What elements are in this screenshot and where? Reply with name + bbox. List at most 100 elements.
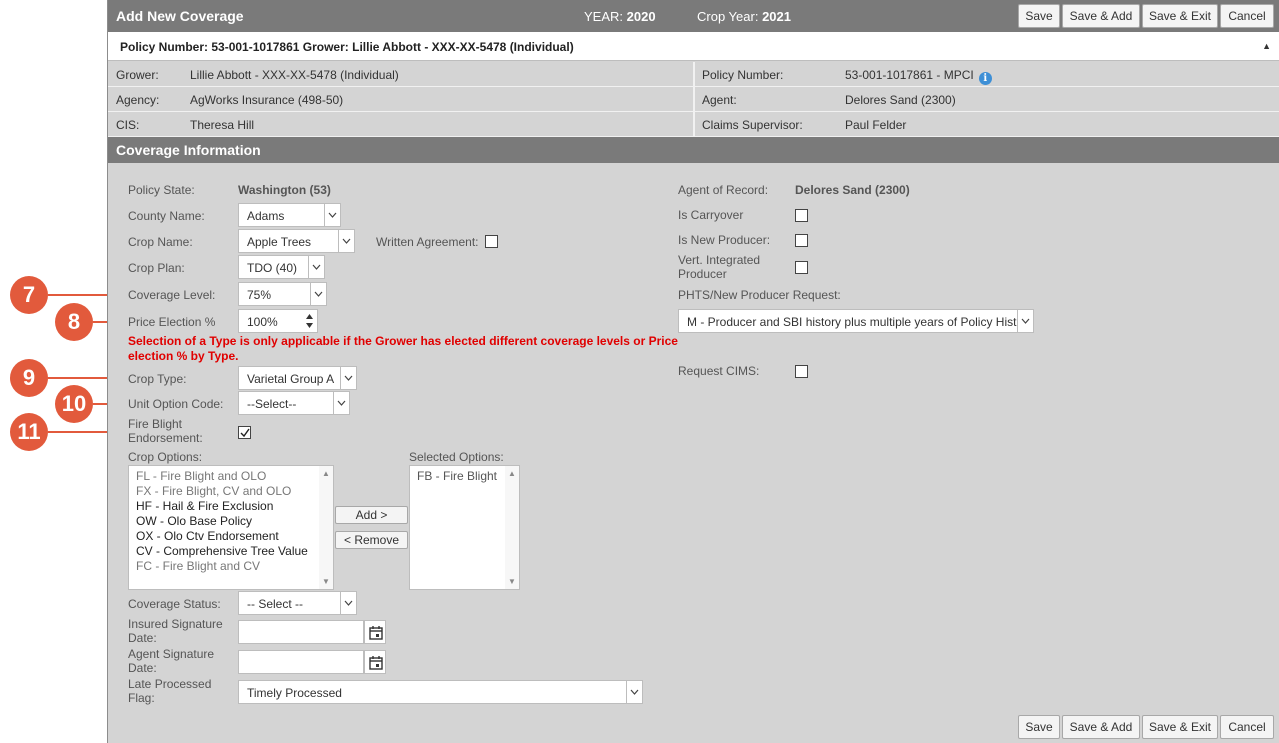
phts-select[interactable]: M - Producer and SBI history plus multip… bbox=[678, 309, 1034, 333]
callout-10: 10 bbox=[55, 385, 93, 423]
carryover-checkbox[interactable] bbox=[795, 209, 808, 222]
agent-of-record-label: Agent of Record: bbox=[678, 183, 769, 197]
crop-name-select[interactable]: Apple Trees bbox=[238, 229, 355, 253]
price-election-label: Price Election % bbox=[128, 315, 216, 329]
save-exit-button-top[interactable]: Save & Exit bbox=[1142, 4, 1218, 28]
crop-option-item[interactable]: HF - Hail & Fire Exclusion bbox=[136, 499, 273, 513]
crop-name-value: Apple Trees bbox=[247, 235, 312, 249]
stepper-arrows-icon[interactable] bbox=[301, 310, 317, 332]
crop-name-label: Crop Name: bbox=[128, 235, 193, 249]
late-processed-label: Late Processed Flag: bbox=[128, 677, 212, 705]
add-option-button[interactable]: Add > bbox=[335, 506, 408, 524]
save-button-bottom[interactable]: Save bbox=[1018, 715, 1060, 739]
chevron-down-icon bbox=[333, 392, 349, 414]
fire-blight-checkbox[interactable] bbox=[238, 426, 251, 439]
chevron-down-icon bbox=[1017, 310, 1033, 332]
coverage-panel: Add New Coverage YEAR: 2020 Crop Year: 2… bbox=[107, 0, 1279, 743]
unit-option-value: --Select-- bbox=[247, 397, 297, 411]
callout-7: 7 bbox=[10, 276, 48, 314]
cis-value: Theresa Hill bbox=[190, 118, 255, 132]
crop-type-warning: Selection of a Type is only applicable i… bbox=[128, 334, 678, 363]
coverage-status-value: -- Select -- bbox=[247, 597, 304, 611]
insured-signature-date-input[interactable] bbox=[238, 620, 364, 644]
info-divider bbox=[693, 87, 695, 112]
calendar-icon bbox=[369, 656, 383, 670]
agent-of-record-value: Delores Sand (2300) bbox=[795, 183, 910, 197]
policy-summary-bar[interactable]: Policy Number: 53-001-1017861 Grower: Li… bbox=[108, 32, 1279, 61]
grower-label: Grower: bbox=[116, 68, 159, 82]
selected-options-scrollbar[interactable]: ▲ ▼ bbox=[505, 466, 519, 589]
late-processed-select[interactable]: Timely Processed bbox=[238, 680, 643, 704]
unit-option-select[interactable]: --Select-- bbox=[238, 391, 350, 415]
policy-summary-text: Policy Number: 53-001-1017861 Grower: Li… bbox=[120, 40, 574, 54]
crop-option-item[interactable]: FC - Fire Blight and CV bbox=[136, 559, 260, 573]
agent-signature-date-input[interactable] bbox=[238, 650, 364, 674]
save-add-button-bottom[interactable]: Save & Add bbox=[1062, 715, 1140, 739]
save-add-button-top[interactable]: Save & Add bbox=[1062, 4, 1140, 28]
written-agreement-label: Written Agreement: bbox=[376, 235, 479, 249]
crop-type-select[interactable]: Varietal Group A bbox=[238, 366, 357, 390]
crop-plan-select[interactable]: TDO (40) bbox=[238, 255, 325, 279]
price-election-stepper[interactable]: 100% bbox=[238, 309, 318, 333]
info-divider bbox=[693, 112, 695, 137]
insured-signature-calendar-button[interactable] bbox=[364, 620, 386, 644]
coverage-level-select[interactable]: 75% bbox=[238, 282, 327, 306]
info-divider bbox=[693, 62, 695, 87]
info-icon[interactable]: i bbox=[978, 72, 992, 85]
crop-option-item[interactable]: FX - Fire Blight, CV and OLO bbox=[136, 484, 291, 498]
crop-plan-value: TDO (40) bbox=[247, 261, 298, 275]
scroll-up-icon[interactable]: ▲ bbox=[322, 469, 330, 478]
request-cims-checkbox[interactable] bbox=[795, 365, 808, 378]
policy-number-label: Policy Number: bbox=[702, 68, 784, 82]
selected-options-list[interactable]: FB - Fire Blight ▲ ▼ bbox=[409, 465, 520, 590]
crop-option-item[interactable]: OX - Olo Ctv Endorsement bbox=[136, 529, 279, 543]
checkmark-icon bbox=[240, 428, 250, 438]
scroll-down-icon[interactable]: ▼ bbox=[508, 577, 516, 586]
calendar-icon bbox=[369, 626, 383, 640]
collapse-icon[interactable]: ▲ bbox=[1262, 41, 1271, 51]
vert-integrated-checkbox[interactable] bbox=[795, 261, 808, 274]
cancel-button-bottom[interactable]: Cancel bbox=[1220, 715, 1274, 739]
save-button-top[interactable]: Save bbox=[1018, 4, 1060, 28]
new-producer-label: Is New Producer: bbox=[678, 233, 771, 247]
policy-state-label: Policy State: bbox=[128, 183, 195, 197]
chevron-down-icon bbox=[626, 681, 642, 703]
agency-value: AgWorks Insurance (498-50) bbox=[190, 93, 344, 107]
info-row-grower: Grower: Lillie Abbott - XXX-XX-5478 (Ind… bbox=[108, 62, 1279, 87]
agent-signature-calendar-button[interactable] bbox=[364, 650, 386, 674]
written-agreement-checkbox[interactable] bbox=[485, 235, 498, 248]
cis-label: CIS: bbox=[116, 118, 140, 132]
crop-options-list[interactable]: FL - Fire Blight and OLO FX - Fire Blight… bbox=[128, 465, 334, 590]
policy-info: Grower: Lillie Abbott - XXX-XX-5478 (Ind… bbox=[108, 62, 1279, 137]
cancel-button-top[interactable]: Cancel bbox=[1220, 4, 1274, 28]
coverage-status-select[interactable]: -- Select -- bbox=[238, 591, 357, 615]
callout-8: 8 bbox=[55, 303, 93, 341]
selected-option-item[interactable]: FB - Fire Blight bbox=[417, 469, 497, 483]
chevron-down-icon bbox=[308, 256, 324, 278]
new-producer-checkbox[interactable] bbox=[795, 234, 808, 247]
callout-9: 9 bbox=[10, 359, 48, 397]
year-display: YEAR: 2020 bbox=[584, 9, 656, 24]
chevron-down-icon bbox=[340, 592, 356, 614]
crop-option-item[interactable]: OW - Olo Base Policy bbox=[136, 514, 252, 528]
scroll-up-icon[interactable]: ▲ bbox=[508, 469, 516, 478]
selected-options-label: Selected Options: bbox=[409, 450, 504, 464]
coverage-level-value: 75% bbox=[247, 288, 272, 302]
crop-option-item[interactable]: FL - Fire Blight and OLO bbox=[136, 469, 266, 483]
info-row-cis: CIS: Theresa Hill Claims Supervisor: Pau… bbox=[108, 112, 1279, 137]
county-name-select[interactable]: Adams bbox=[238, 203, 341, 227]
save-exit-button-bottom[interactable]: Save & Exit bbox=[1142, 715, 1218, 739]
remove-option-button[interactable]: < Remove bbox=[335, 531, 408, 549]
callout-11: 11 bbox=[10, 413, 48, 451]
chevron-down-icon bbox=[340, 367, 356, 389]
vert-integrated-label: Vert. Integrated Producer bbox=[678, 253, 761, 281]
crop-plan-label: Crop Plan: bbox=[128, 261, 185, 275]
grower-value: Lillie Abbott - XXX-XX-5478 (Individual) bbox=[190, 68, 399, 82]
title-bar: Add New Coverage YEAR: 2020 Crop Year: 2… bbox=[108, 0, 1279, 32]
crop-options-scrollbar[interactable]: ▲ ▼ bbox=[319, 466, 333, 589]
info-row-agency: Agency: AgWorks Insurance (498-50) Agent… bbox=[108, 87, 1279, 112]
crop-year-display: Crop Year: 2021 bbox=[697, 9, 791, 24]
crop-option-item[interactable]: CV - Comprehensive Tree Value bbox=[136, 544, 308, 558]
scroll-down-icon[interactable]: ▼ bbox=[322, 577, 330, 586]
phts-value: M - Producer and SBI history plus multip… bbox=[687, 315, 1034, 329]
